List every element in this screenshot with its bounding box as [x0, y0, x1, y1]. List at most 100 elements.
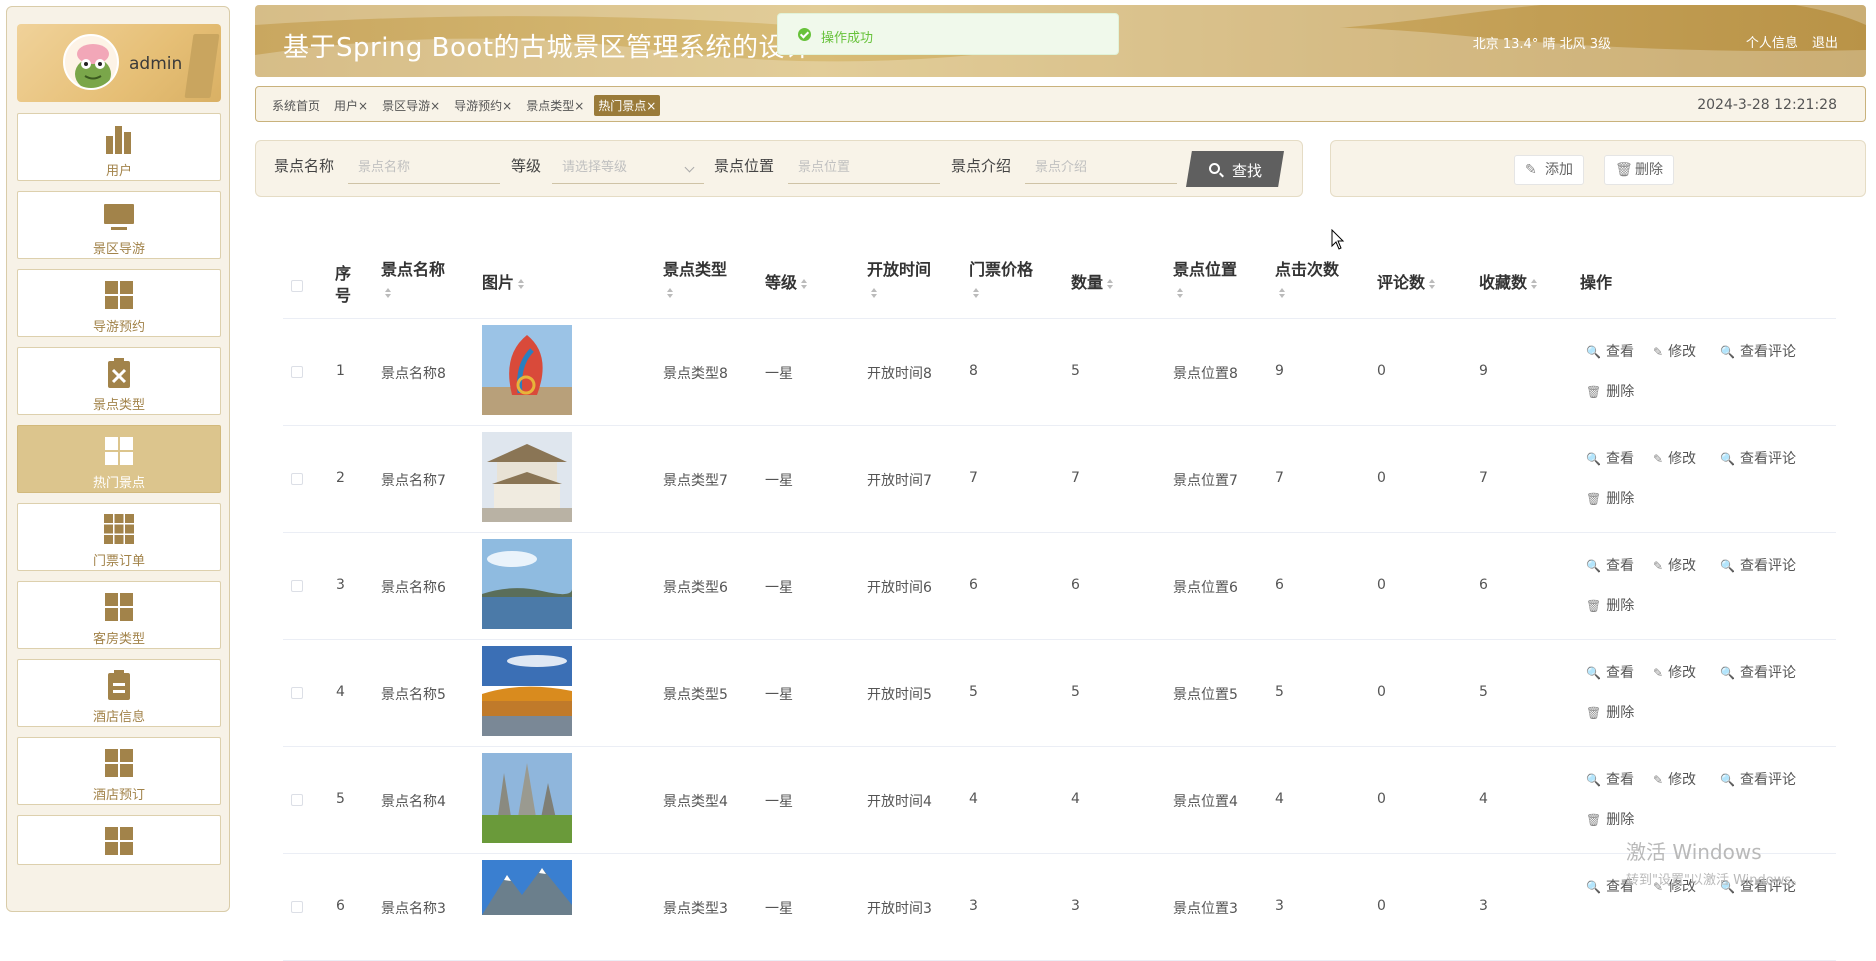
view-comments-button[interactable]: 🔍 查看评论 [1720, 769, 1796, 789]
tag-spot-types[interactable]: 景点类型× [522, 95, 588, 116]
sidebar-item-users[interactable]: 用户 [17, 113, 221, 181]
view-comments-button[interactable]: 🔍 查看评论 [1720, 341, 1796, 361]
cell-index: 5 [336, 791, 345, 807]
location-input[interactable] [788, 150, 940, 184]
edit-button[interactable]: ✎ 修改 [1653, 662, 1696, 682]
edit-button[interactable]: ✎ 修改 [1653, 769, 1696, 789]
view-button[interactable]: 🔍 查看 [1586, 448, 1634, 468]
row-checkbox[interactable] [291, 794, 303, 806]
sidebar-item-more[interactable] [17, 815, 221, 865]
cell-level: 一星 [765, 687, 793, 703]
level-select[interactable] [552, 150, 704, 184]
delete-button[interactable]: 🗑 删除 [1586, 381, 1634, 401]
spot-image[interactable] [482, 432, 572, 522]
select-all-checkbox[interactable] [291, 280, 303, 292]
cell-clicks: 5 [1275, 684, 1284, 700]
sidebar-item-hotel-info[interactable]: 酒店信息 [17, 659, 221, 727]
add-button[interactable]: ✎ 添加 [1514, 155, 1584, 185]
tag-users[interactable]: 用户× [330, 95, 372, 116]
delete-button[interactable]: 🗑 删除 [1586, 488, 1634, 508]
cell-price: 3 [969, 898, 978, 914]
search-panel: 景点名称 等级 景点位置 景点介绍 查找 [255, 140, 1303, 197]
view-comments-button[interactable]: 🔍 查看评论 [1720, 662, 1796, 682]
spot-image[interactable] [482, 646, 572, 736]
sidebar-item-spot-types[interactable]: 景点类型 [17, 347, 221, 415]
delete-button[interactable]: 🗑 删除 [1586, 809, 1634, 829]
col-type[interactable]: 景点类型 [663, 259, 727, 303]
edit-button[interactable]: ✎ 修改 [1653, 448, 1696, 468]
view-button[interactable]: 🔍 查看 [1586, 555, 1634, 575]
find-button[interactable]: 查找 [1186, 151, 1284, 187]
sort-icon [1279, 287, 1285, 298]
cell-favs: 7 [1479, 470, 1488, 486]
row-checkbox[interactable] [291, 687, 303, 699]
sidebar-item-ticket-orders[interactable]: 门票订单 [17, 503, 221, 571]
intro-input[interactable] [1025, 150, 1177, 184]
col-clicks[interactable]: 点击次数 [1275, 259, 1339, 303]
edit-label: 修改 [1668, 451, 1697, 467]
col-comments[interactable]: 评论数 [1377, 272, 1436, 294]
cell-price: 6 [969, 577, 978, 593]
delete-button[interactable]: 🗑 删除 [1586, 702, 1634, 722]
view-button[interactable]: 🔍 查看 [1586, 662, 1634, 682]
sort-icon [973, 287, 979, 298]
view-label: 查看 [1605, 665, 1634, 681]
cell-price: 4 [969, 791, 978, 807]
tag-guide-booking[interactable]: 导游预约× [450, 95, 516, 116]
view-button[interactable]: 🔍 查看 [1586, 769, 1634, 789]
cell-clicks: 9 [1275, 363, 1284, 379]
logout-link[interactable]: 退出 [1812, 36, 1838, 51]
spot-image[interactable] [482, 539, 572, 629]
bulk-delete-button[interactable]: 🗑 删除 [1604, 155, 1674, 185]
view-button[interactable]: 🔍 查看 [1586, 341, 1634, 361]
edit-button[interactable]: ✎ 修改 [1653, 555, 1696, 575]
col-open[interactable]: 开放时间 [867, 259, 931, 303]
sidebar-item-guides[interactable]: 景区导游 [17, 191, 221, 259]
cell-index: 4 [336, 684, 345, 700]
cell-open: 开放时间7 [867, 473, 932, 489]
delete-label: 删除 [1606, 598, 1635, 614]
intro-label: 景点介绍 [951, 157, 1012, 175]
tag-guides[interactable]: 景区导游× [378, 95, 444, 116]
sidebar-item-hotel-booking[interactable]: 酒店预订 [17, 737, 221, 805]
row-checkbox[interactable] [291, 473, 303, 485]
avatar[interactable] [63, 34, 119, 90]
spot-image[interactable] [482, 860, 572, 915]
spot-image[interactable] [482, 753, 572, 843]
col-price[interactable]: 门票价格 [969, 259, 1033, 303]
row-checkbox[interactable] [291, 580, 303, 592]
row-checkbox[interactable] [291, 366, 303, 378]
cell-qty: 4 [1071, 791, 1080, 807]
sidebar-item-room-types[interactable]: 客房类型 [17, 581, 221, 649]
row-checkbox[interactable] [291, 901, 303, 913]
search-icon: 🔍 [1586, 773, 1601, 787]
delete-button[interactable]: 🗑 删除 [1586, 595, 1634, 615]
profile-link[interactable]: 个人信息 [1746, 36, 1798, 51]
user-name[interactable]: admin [129, 54, 182, 74]
cell-clicks: 7 [1275, 470, 1284, 486]
grid9-icon [104, 514, 134, 544]
cell-open: 开放时间8 [867, 366, 932, 382]
col-comments-label: 评论数 [1377, 273, 1426, 292]
tag-home[interactable]: 系统首页 [268, 95, 324, 116]
cell-open: 开放时间6 [867, 580, 932, 596]
cell-location: 景点位置6 [1173, 580, 1238, 596]
cell-price: 5 [969, 684, 978, 700]
grid-icon [105, 437, 133, 465]
trash-icon: 🗑 [1586, 385, 1602, 399]
name-input[interactable] [348, 150, 500, 184]
sidebar-item-hot-spots[interactable]: 热门景点 [17, 425, 221, 493]
col-level[interactable]: 等级 [765, 272, 808, 294]
col-qty[interactable]: 数量 [1071, 272, 1114, 294]
tag-hot-spots[interactable]: 热门景点× [594, 95, 661, 116]
sidebar-item-label: 酒店预订 [92, 788, 145, 803]
col-location[interactable]: 景点位置 [1173, 259, 1237, 303]
col-name[interactable]: 景点名称 [381, 259, 445, 303]
view-comments-button[interactable]: 🔍 查看评论 [1720, 555, 1796, 575]
view-comments-button[interactable]: 🔍 查看评论 [1720, 448, 1796, 468]
spot-image[interactable] [482, 325, 572, 415]
sidebar-item-guide-booking[interactable]: 导游预约 [17, 269, 221, 337]
col-image[interactable]: 图片 [482, 272, 525, 294]
col-favs[interactable]: 收藏数 [1479, 272, 1538, 294]
edit-button[interactable]: ✎ 修改 [1653, 341, 1696, 361]
